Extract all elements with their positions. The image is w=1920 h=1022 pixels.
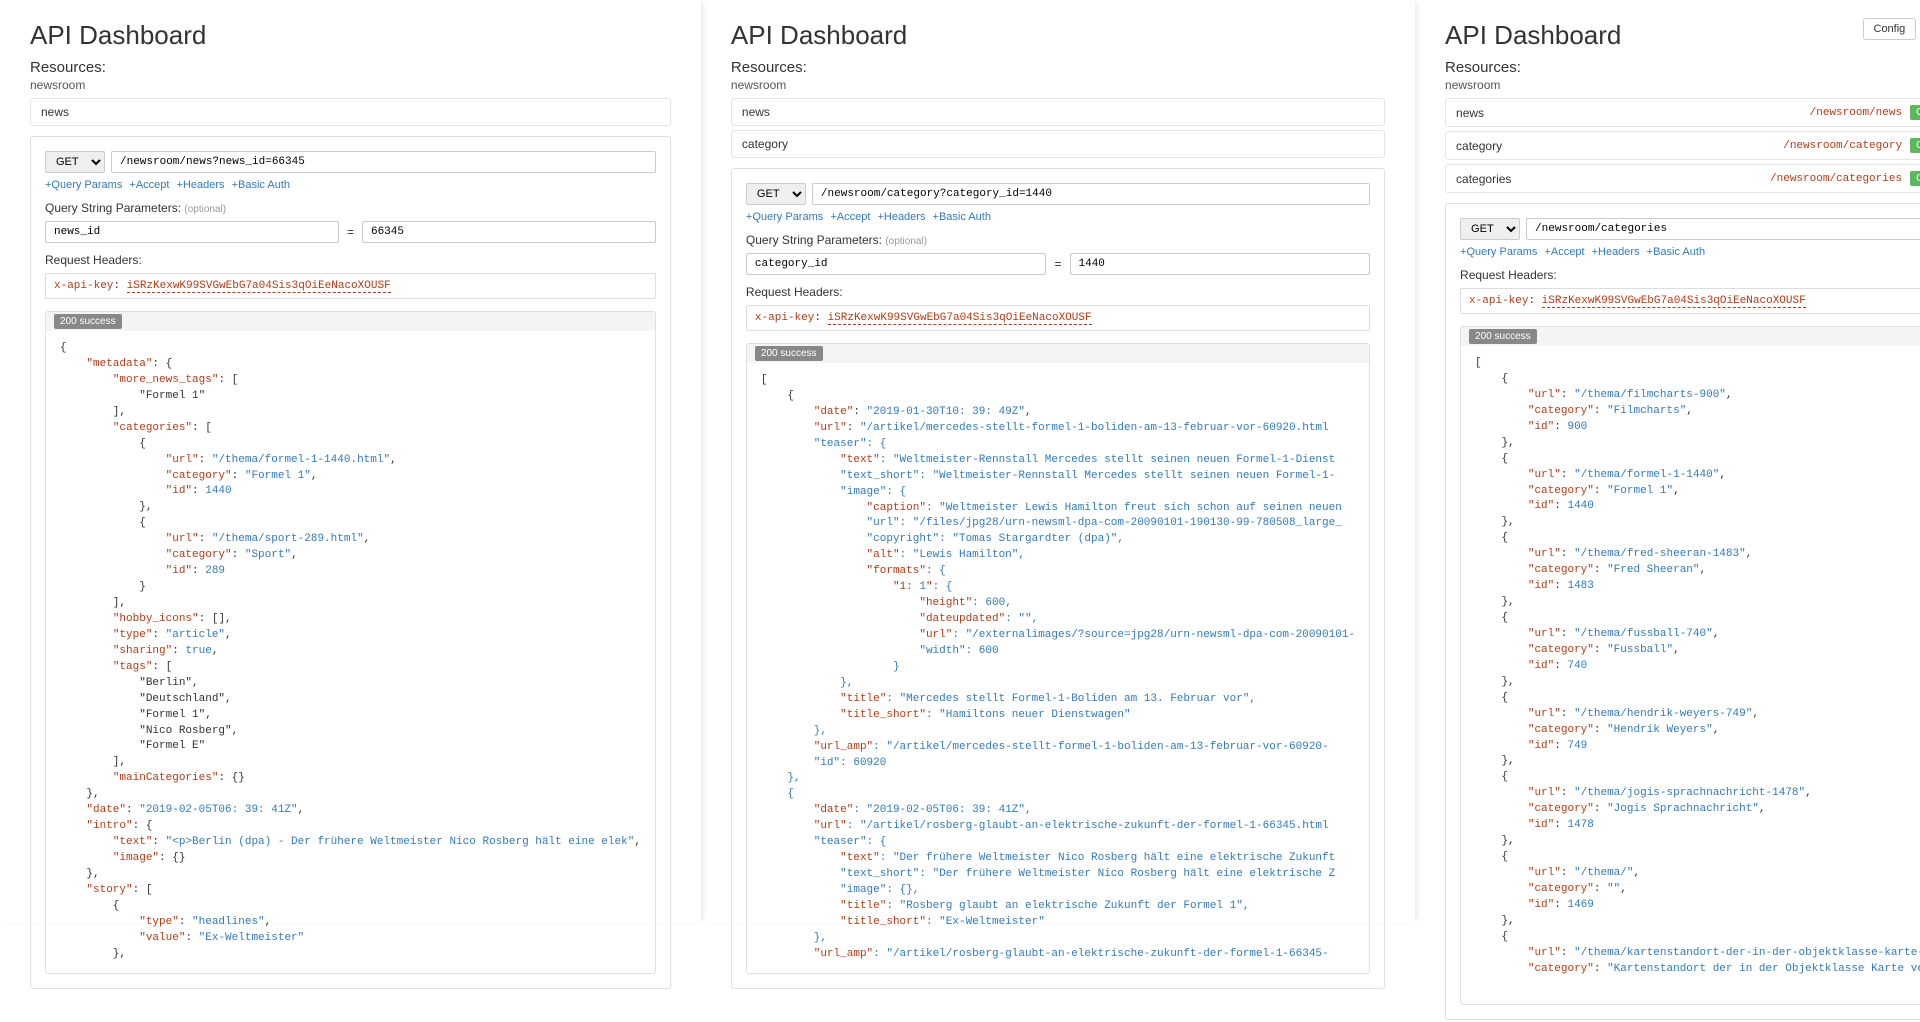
resources-heading: Resources: xyxy=(30,59,671,76)
option-basic-auth[interactable]: +Basic Auth xyxy=(1647,246,1705,258)
group-label: newsroom xyxy=(1445,78,1920,92)
url-input[interactable] xyxy=(1526,218,1920,240)
param-name-input[interactable] xyxy=(45,221,339,243)
qs-label: Query String Parameters: (optional) xyxy=(746,233,1370,247)
url-input[interactable] xyxy=(111,151,656,173)
option-accept[interactable]: +Accept xyxy=(1544,246,1584,258)
resource-path: /newsroom/category xyxy=(1783,140,1902,152)
option-headers[interactable]: +Headers xyxy=(177,179,225,191)
option-basic-auth[interactable]: +Basic Auth xyxy=(933,211,991,223)
option-query-params[interactable]: +Query Params xyxy=(746,211,823,223)
option-query-params[interactable]: +Query Params xyxy=(1460,246,1537,258)
status-badge: 200 success xyxy=(755,346,823,361)
rh-label: Request Headers: xyxy=(45,253,656,267)
panel-category: API Dashboard Resources: newsroom news c… xyxy=(701,0,1415,922)
page-title: API Dashboard xyxy=(30,20,671,51)
option-links: +Query Params +Accept +Headers +Basic Au… xyxy=(45,179,656,191)
method-select[interactable]: GET xyxy=(746,183,806,205)
request-box: GET +Query Params +Accept +Headers +Basi… xyxy=(30,136,671,989)
group-label: newsroom xyxy=(30,78,671,92)
json-response: { "metadata": { "more_news_tags": [ "For… xyxy=(46,331,655,973)
option-links: +Query Params +Accept +Headers +Basic Au… xyxy=(746,211,1370,223)
param-name-input[interactable] xyxy=(746,253,1047,275)
option-accept[interactable]: +Accept xyxy=(129,179,169,191)
option-headers[interactable]: +Headers xyxy=(1592,246,1640,258)
rh-label: Request Headers: xyxy=(1460,268,1920,282)
json-response: [ { "url": "/thema/filmcharts-900", "cat… xyxy=(1461,346,1920,1004)
page-title: API Dashboard xyxy=(1445,20,1920,51)
response-panel: 200 success Request took 82ms [ { "url":… xyxy=(1460,326,1920,1005)
resource-row-categories[interactable]: categories /newsroom/categories GET POST… xyxy=(1445,164,1920,193)
request-box: GET Show Docs Reset Send +Query Params +… xyxy=(1445,203,1920,1020)
resource-row-news[interactable]: news xyxy=(731,98,1385,126)
panel-categories: Config Reload API Cache Documentation AP… xyxy=(1415,0,1920,922)
panel-news: API Dashboard Resources: newsroom news G… xyxy=(0,0,701,922)
method-badge-get: GET xyxy=(1910,105,1920,120)
headers-box[interactable]: x-api-key: iSRzKexwK99SVGwEbG7a04Sis3qOi… xyxy=(45,273,656,299)
option-basic-auth[interactable]: +Basic Auth xyxy=(232,179,290,191)
rh-label: Request Headers: xyxy=(746,285,1370,299)
option-links: +Query Params +Accept +Headers +Basic Au… xyxy=(1460,246,1920,258)
resource-row-news[interactable]: news /newsroom/news GET POST PUT PATCH D… xyxy=(1445,98,1920,127)
option-accept[interactable]: +Accept xyxy=(830,211,870,223)
resource-row-category[interactable]: category /newsroom/category GET POST PUT… xyxy=(1445,131,1920,160)
page-title: API Dashboard xyxy=(731,20,1385,51)
json-response: [ { "date": "2019-01-30T10: 39: 49Z", "u… xyxy=(747,363,1369,973)
param-value-input[interactable] xyxy=(362,221,656,243)
option-headers[interactable]: +Headers xyxy=(877,211,925,223)
resources-heading: Resources: xyxy=(731,59,1385,76)
request-box: GET +Query Params +Accept +Headers +Basi… xyxy=(731,168,1385,989)
status-badge: 200 success xyxy=(1469,329,1537,344)
method-select[interactable]: GET xyxy=(1460,218,1520,240)
headers-box[interactable]: x-api-key: iSRzKexwK99SVGwEbG7a04Sis3qOi… xyxy=(1460,288,1920,314)
response-panel: 200 success [ { "date": "2019-01-30T10: … xyxy=(746,343,1370,974)
group-label: newsroom xyxy=(731,78,1385,92)
option-query-params[interactable]: +Query Params xyxy=(45,179,122,191)
resource-path: /newsroom/categories xyxy=(1770,173,1902,185)
qs-label: Query String Parameters: (optional) xyxy=(45,201,656,215)
response-panel: 200 success { "metadata": { "more_news_t… xyxy=(45,311,656,974)
resource-row-category[interactable]: category xyxy=(731,130,1385,158)
equals-label: = xyxy=(1054,257,1061,271)
headers-box[interactable]: x-api-key: iSRzKexwK99SVGwEbG7a04Sis3qOi… xyxy=(746,305,1370,331)
url-input[interactable] xyxy=(812,183,1370,205)
config-button[interactable]: Config xyxy=(1863,18,1917,40)
equals-label: = xyxy=(347,225,354,239)
method-select[interactable]: GET xyxy=(45,151,105,173)
resource-row-news[interactable]: news xyxy=(30,98,671,126)
resources-heading: Resources: xyxy=(1445,59,1920,76)
resource-path: /newsroom/news xyxy=(1810,107,1902,119)
param-value-input[interactable] xyxy=(1070,253,1371,275)
status-badge: 200 success xyxy=(54,314,122,329)
